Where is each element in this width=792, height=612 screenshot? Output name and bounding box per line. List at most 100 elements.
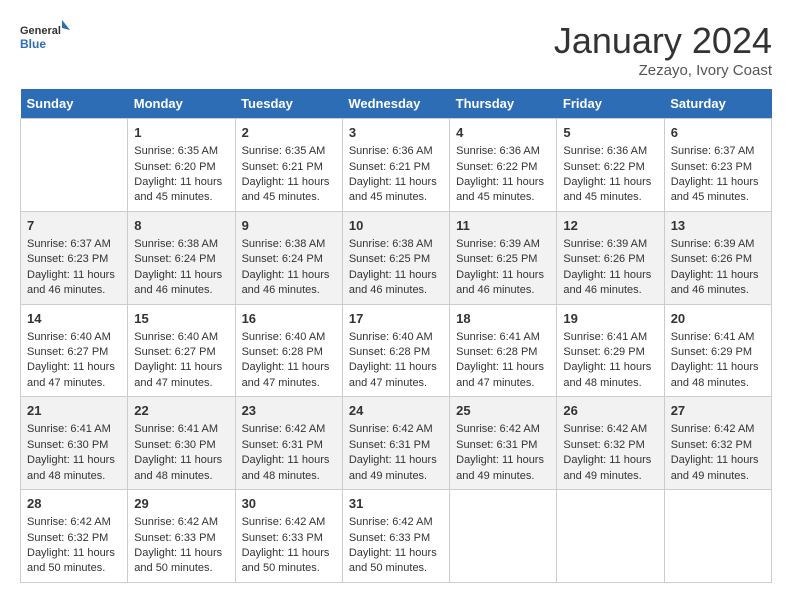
sunrise-text: Sunrise: 6:39 AM: [456, 237, 550, 252]
week-row-3: 21Sunrise: 6:41 AMSunset: 6:30 PMDayligh…: [21, 397, 772, 490]
calendar-cell: 25Sunrise: 6:42 AMSunset: 6:31 PMDayligh…: [450, 397, 557, 490]
sunset-text: Sunset: 6:27 PM: [27, 345, 121, 360]
sunrise-text: Sunrise: 6:42 AM: [349, 515, 443, 530]
daylight-text: Daylight: 11 hours and 48 minutes.: [27, 453, 121, 484]
sunrise-text: Sunrise: 6:42 AM: [671, 422, 765, 437]
daylight-text: Daylight: 11 hours and 47 minutes.: [27, 360, 121, 391]
calendar-cell: 19 Sunrise: 6:41 AMSunset: 6:29 PMDayligh…: [557, 304, 664, 397]
daylight-text: Daylight: 11 hours and 46 minutes.: [671, 268, 765, 299]
sunrise-text: Sunrise: 6:42 AM: [134, 515, 228, 530]
header-cell-thursday: Thursday: [450, 89, 557, 119]
sunrise-text: Sunrise: 6:41 AM: [563, 330, 657, 345]
daylight-text: Daylight: 11 hours and 50 minutes.: [349, 546, 443, 577]
calendar-cell: 16Sunrise: 6:40 AMSunset: 6:28 PMDayligh…: [235, 304, 342, 397]
day-number: 25: [456, 402, 550, 420]
sunrise-text: Sunrise: 6:38 AM: [134, 237, 228, 252]
calendar-cell: 14 Sunrise: 6:40 AMSunset: 6:27 PMDayligh…: [21, 304, 128, 397]
sunset-text: Sunset: 6:28 PM: [456, 345, 550, 360]
sunset-text: Sunset: 6:25 PM: [456, 252, 550, 267]
daylight-text: Daylight: 11 hours and 45 minutes.: [134, 175, 228, 206]
daylight-text: Daylight: 11 hours and 46 minutes.: [27, 268, 121, 299]
daylight-text: Daylight: 11 hours and 48 minutes.: [671, 360, 765, 391]
calendar-cell: 10Sunrise: 6:38 AMSunset: 6:25 PMDayligh…: [342, 211, 449, 304]
sunrise-text: Sunrise: 6:39 AM: [563, 237, 657, 252]
sunrise-text: Sunrise: 6:36 AM: [563, 144, 657, 159]
sunrise-text: Sunrise: 6:42 AM: [242, 515, 336, 530]
calendar-cell: 22Sunrise: 6:41 AMSunset: 6:30 PMDayligh…: [128, 397, 235, 490]
calendar-cell: 15 Sunrise: 6:40 AMSunset: 6:27 PMDayligh…: [128, 304, 235, 397]
calendar-cell: 23Sunrise: 6:42 AMSunset: 6:31 PMDayligh…: [235, 397, 342, 490]
sunset-text: Sunset: 6:33 PM: [242, 531, 336, 546]
header-cell-friday: Friday: [557, 89, 664, 119]
daylight-text: Daylight: 11 hours and 49 minutes.: [349, 453, 443, 484]
day-number: 17: [349, 310, 443, 328]
day-number: 19: [563, 310, 657, 328]
sunset-text: Sunset: 6:29 PM: [671, 345, 765, 360]
day-number: 26: [563, 402, 657, 420]
sunset-text: Sunset: 6:21 PM: [349, 160, 443, 175]
calendar-cell: 1Sunrise: 6:35 AMSunset: 6:20 PMDaylight…: [128, 119, 235, 212]
calendar-cell: 29Sunrise: 6:42 AMSunset: 6:33 PMDayligh…: [128, 490, 235, 583]
day-number: 6: [671, 124, 765, 142]
header-cell-saturday: Saturday: [664, 89, 771, 119]
day-number: 4: [456, 124, 550, 142]
calendar-cell: [557, 490, 664, 583]
daylight-text: Daylight: 11 hours and 49 minutes.: [563, 453, 657, 484]
day-number: 29: [134, 495, 228, 513]
day-number: 31: [349, 495, 443, 513]
week-row-4: 28Sunrise: 6:42 AMSunset: 6:32 PMDayligh…: [21, 490, 772, 583]
day-number: 14: [27, 310, 121, 328]
header-cell-monday: Monday: [128, 89, 235, 119]
sunset-text: Sunset: 6:31 PM: [349, 438, 443, 453]
daylight-text: Daylight: 11 hours and 45 minutes.: [563, 175, 657, 206]
sunset-text: Sunset: 6:33 PM: [349, 531, 443, 546]
calendar-cell: 20Sunrise: 6:41 AMSunset: 6:29 PMDayligh…: [664, 304, 771, 397]
sunrise-text: Sunrise: 6:40 AM: [134, 330, 228, 345]
sunrise-text: Sunrise: 6:41 AM: [671, 330, 765, 345]
day-number: 13: [671, 217, 765, 235]
week-row-0: 1Sunrise: 6:35 AMSunset: 6:20 PMDaylight…: [21, 119, 772, 212]
sunset-text: Sunset: 6:32 PM: [563, 438, 657, 453]
svg-text:Blue: Blue: [20, 37, 46, 51]
calendar-cell: [21, 119, 128, 212]
sunrise-text: Sunrise: 6:40 AM: [27, 330, 121, 345]
daylight-text: Daylight: 11 hours and 49 minutes.: [671, 453, 765, 484]
day-number: 8: [134, 217, 228, 235]
day-number: 5: [563, 124, 657, 142]
sunset-text: Sunset: 6:27 PM: [134, 345, 228, 360]
sunset-text: Sunset: 6:28 PM: [242, 345, 336, 360]
daylight-text: Daylight: 11 hours and 50 minutes.: [27, 546, 121, 577]
day-number: 21: [27, 402, 121, 420]
calendar-cell: 12Sunrise: 6:39 AMSunset: 6:26 PMDayligh…: [557, 211, 664, 304]
day-number: 2: [242, 124, 336, 142]
sunset-text: Sunset: 6:22 PM: [456, 160, 550, 175]
sunset-text: Sunset: 6:22 PM: [563, 160, 657, 175]
daylight-text: Daylight: 11 hours and 48 minutes.: [563, 360, 657, 391]
sunset-text: Sunset: 6:28 PM: [349, 345, 443, 360]
header-cell-sunday: Sunday: [21, 89, 128, 119]
sunrise-text: Sunrise: 6:42 AM: [27, 515, 121, 530]
calendar-cell: 27Sunrise: 6:42 AMSunset: 6:32 PMDayligh…: [664, 397, 771, 490]
sunset-text: Sunset: 6:31 PM: [456, 438, 550, 453]
sunset-text: Sunset: 6:26 PM: [671, 252, 765, 267]
sunset-text: Sunset: 6:30 PM: [134, 438, 228, 453]
day-number: 1: [134, 124, 228, 142]
day-number: 15: [134, 310, 228, 328]
calendar-cell: 4Sunrise: 6:36 AMSunset: 6:22 PMDaylight…: [450, 119, 557, 212]
calendar-cell: [664, 490, 771, 583]
sunset-text: Sunset: 6:33 PM: [134, 531, 228, 546]
calendar-cell: 2Sunrise: 6:35 AMSunset: 6:21 PMDaylight…: [235, 119, 342, 212]
daylight-text: Daylight: 11 hours and 46 minutes.: [134, 268, 228, 299]
day-number: 23: [242, 402, 336, 420]
calendar-cell: 24Sunrise: 6:42 AMSunset: 6:31 PMDayligh…: [342, 397, 449, 490]
sunset-text: Sunset: 6:23 PM: [671, 160, 765, 175]
sunset-text: Sunset: 6:20 PM: [134, 160, 228, 175]
sunset-text: Sunset: 6:29 PM: [563, 345, 657, 360]
daylight-text: Daylight: 11 hours and 49 minutes.: [456, 453, 550, 484]
calendar-cell: 9Sunrise: 6:38 AMSunset: 6:24 PMDaylight…: [235, 211, 342, 304]
daylight-text: Daylight: 11 hours and 47 minutes.: [134, 360, 228, 391]
daylight-text: Daylight: 11 hours and 45 minutes.: [349, 175, 443, 206]
calendar-cell: 30Sunrise: 6:42 AMSunset: 6:33 PMDayligh…: [235, 490, 342, 583]
sunset-text: Sunset: 6:30 PM: [27, 438, 121, 453]
daylight-text: Daylight: 11 hours and 45 minutes.: [242, 175, 336, 206]
